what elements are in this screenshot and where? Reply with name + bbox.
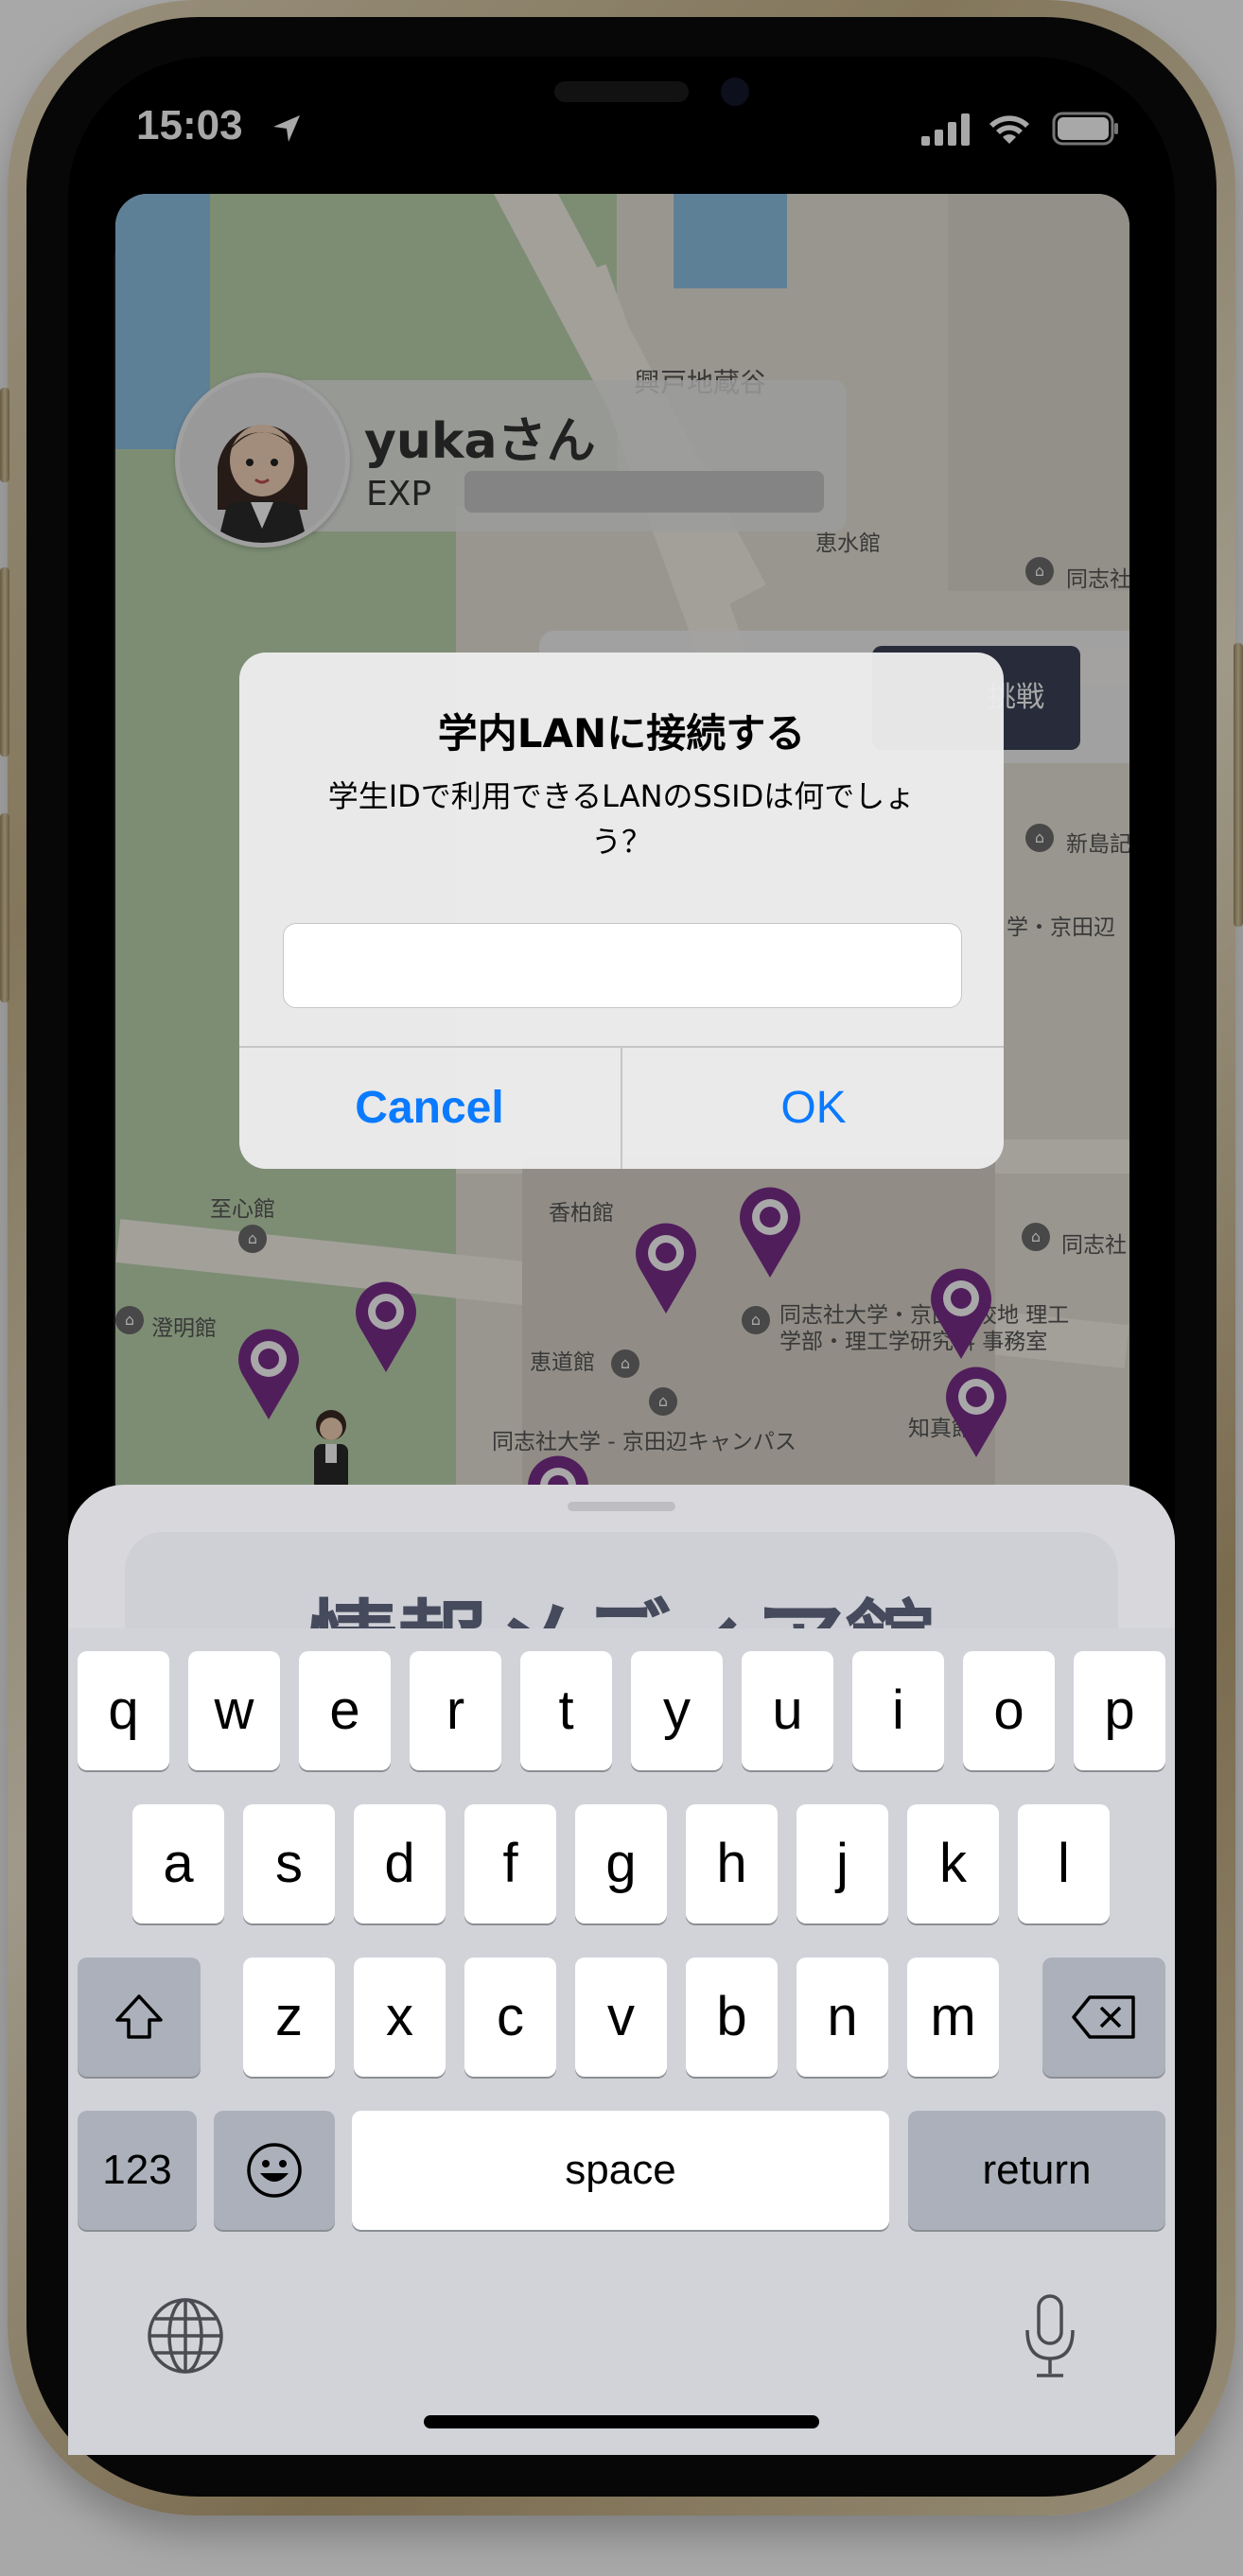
key-s[interactable]: s xyxy=(243,1804,335,1923)
alert-button-divider xyxy=(621,1046,622,1169)
key-x[interactable]: x xyxy=(354,1958,446,2077)
key-k[interactable]: k xyxy=(907,1804,999,1923)
ok-button[interactable]: OK xyxy=(623,1048,1004,1169)
key-y[interactable]: y xyxy=(631,1651,723,1770)
key-n[interactable]: n xyxy=(797,1958,888,2077)
key-q[interactable]: q xyxy=(78,1651,169,1770)
key-c[interactable]: c xyxy=(464,1958,556,2077)
key-j[interactable]: j xyxy=(797,1804,888,1923)
key-r[interactable]: r xyxy=(410,1651,501,1770)
globe-icon[interactable] xyxy=(146,2296,225,2376)
numbers-key[interactable]: 123 xyxy=(78,2111,197,2230)
key-f[interactable]: f xyxy=(464,1804,556,1923)
key-m[interactable]: m xyxy=(907,1958,999,2077)
key-l[interactable]: l xyxy=(1018,1804,1110,1923)
alert-message: 学生IDで利用できるLANのSSIDは何でしょう？ xyxy=(327,778,916,860)
key-p[interactable]: p xyxy=(1074,1651,1165,1770)
key-v[interactable]: v xyxy=(575,1958,667,2077)
home-indicator[interactable] xyxy=(424,2415,819,2428)
alert-title: 学内LANに接続する xyxy=(437,710,806,757)
backspace-icon xyxy=(1072,1995,1135,2039)
mic-icon[interactable] xyxy=(1024,2292,1077,2379)
cancel-button[interactable]: Cancel xyxy=(239,1048,620,1169)
shift-key[interactable] xyxy=(78,1958,201,2077)
key-w[interactable]: w xyxy=(188,1651,280,1770)
key-h[interactable]: h xyxy=(686,1804,778,1923)
space-key[interactable]: space xyxy=(352,2111,889,2230)
key-t[interactable]: t xyxy=(520,1651,612,1770)
ssid-input[interactable] xyxy=(283,923,962,1008)
key-g[interactable]: g xyxy=(575,1804,667,1923)
emoji-icon xyxy=(247,2143,302,2198)
return-key[interactable]: return xyxy=(908,2111,1165,2230)
key-i[interactable]: i xyxy=(852,1651,944,1770)
sheet-grabber[interactable] xyxy=(568,1502,675,1511)
key-d[interactable]: d xyxy=(354,1804,446,1923)
shift-icon xyxy=(115,1994,163,2039)
key-z[interactable]: z xyxy=(243,1958,335,2077)
backspace-key[interactable] xyxy=(1042,1958,1165,2077)
key-e[interactable]: e xyxy=(299,1651,391,1770)
alert-dialog: 学内LANに接続する 学生IDで利用できるLANのSSIDは何でしょう？ Can… xyxy=(239,653,1004,1169)
key-b[interactable]: b xyxy=(686,1958,778,2077)
emoji-key[interactable] xyxy=(214,2111,335,2230)
key-o[interactable]: o xyxy=(963,1651,1055,1770)
key-u[interactable]: u xyxy=(742,1651,833,1770)
key-a[interactable]: a xyxy=(132,1804,224,1923)
keyboard: q w e r t y u i o p a s d f g h j k l z x c v b n m 123 space return xyxy=(68,1628,1175,2455)
